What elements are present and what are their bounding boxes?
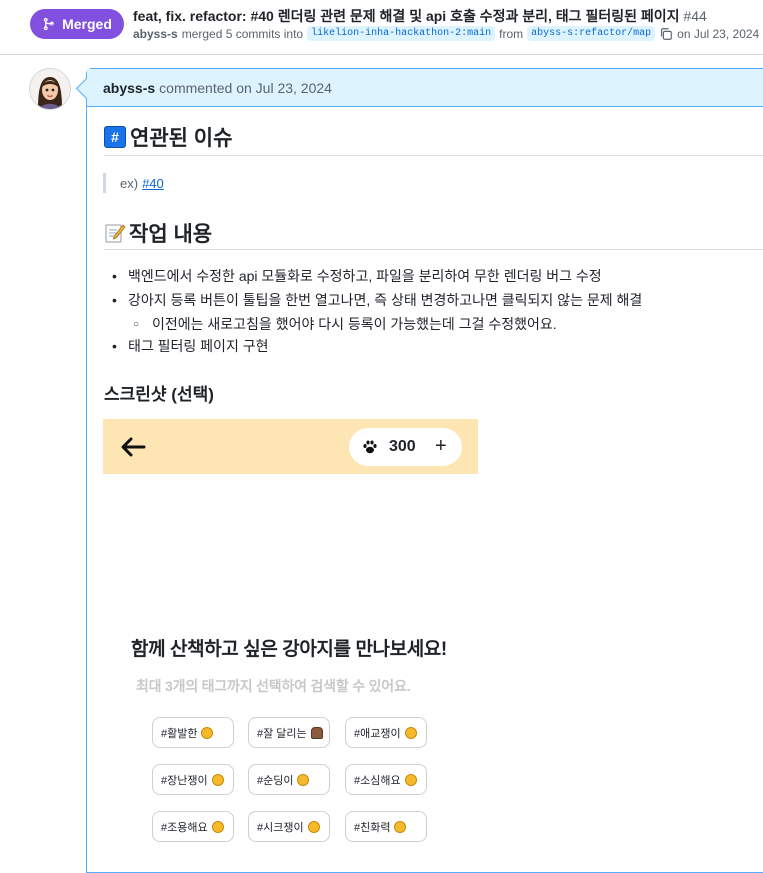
- issue-link[interactable]: #40: [142, 176, 164, 191]
- points-pill: 300 +: [349, 428, 462, 466]
- tag-chip[interactable]: #잘 달리는: [248, 717, 330, 748]
- tag-chip[interactable]: #장난쟁이: [152, 764, 234, 795]
- pr-date: on Jul 23, 2024: [677, 26, 760, 41]
- comment-author-link[interactable]: abyss-s: [103, 80, 155, 96]
- related-issue-heading-text: 연관된 이슈: [130, 127, 233, 150]
- innocent-emoji-icon: [297, 773, 310, 786]
- wink-kiss-emoji-icon: [404, 726, 417, 739]
- tag-label: #활발한: [161, 727, 198, 740]
- pr-author-link[interactable]: abyss-s: [133, 27, 178, 41]
- memo-icon: [105, 224, 126, 243]
- list-item: 태그 필터링 페이지 구현: [104, 336, 642, 360]
- tag-chip[interactable]: #시크쟁이: [248, 811, 330, 842]
- tag-label: #친화력: [354, 821, 391, 834]
- pr-title: feat, fix. refactor: #40 렌더링 관련 문제 해결 및 …: [133, 6, 707, 26]
- tag-chip[interactable]: #친화력: [345, 811, 427, 842]
- worried-emoji-icon: [404, 773, 417, 786]
- work-heading-text: 작업 내용: [129, 223, 213, 246]
- tag-chip[interactable]: #순딩이: [248, 764, 330, 795]
- pr-header: Merged feat, fix. refactor: #40 렌더링 관련 문…: [0, 0, 763, 55]
- pr-merged-text: merged 5 commits into: [181, 26, 304, 41]
- git-merge-icon: [43, 17, 54, 31]
- issue-blockquote: ex) #40: [103, 173, 164, 193]
- app-top-bar: 300 +: [103, 419, 478, 474]
- tag-label: #장난쟁이: [161, 774, 208, 787]
- heading-divider: [104, 155, 763, 156]
- app-subtitle: 최대 3개의 태그까지 선택하여 검색할 수 있어요.: [136, 678, 411, 694]
- runner-emoji-icon: [310, 726, 323, 739]
- tag-label: #순딩이: [257, 774, 294, 787]
- copy-icon[interactable]: [659, 27, 673, 41]
- comment-meta: commented on Jul 23, 2024: [159, 79, 332, 96]
- expressionless-emoji-icon: [211, 820, 224, 833]
- screenshot-heading: 스크린샷 (선택): [104, 385, 214, 404]
- work-list: 백엔드에서 수정한 api 모듈화로 수정하고, 파일을 분리하여 무한 렌더링…: [104, 266, 642, 360]
- hushed-emoji-icon: [307, 820, 320, 833]
- merged-status-badge: Merged: [30, 9, 124, 39]
- avatar-image: [30, 69, 70, 109]
- hash-keycap-icon: #: [104, 126, 126, 148]
- comment-header: abyss-s commented on Jul 23, 2024: [87, 69, 763, 107]
- list-item: 강아지 등록 버튼이 툴팁을 한번 열고나면, 즉 상태 변경하고나면 클릭되지…: [104, 290, 642, 314]
- grin-emoji-icon: [201, 726, 214, 739]
- app-title: 함께 산책하고 싶은 강아지를 만나보세요!: [131, 639, 447, 660]
- tag-chip[interactable]: #조용해요: [152, 811, 234, 842]
- head-branch-label[interactable]: abyss-s:refactor/map: [527, 26, 656, 41]
- tag-label: #잘 달리는: [257, 727, 307, 740]
- tag-chip[interactable]: #애교쟁이: [345, 717, 427, 748]
- tag-label: #소심해요: [354, 774, 401, 787]
- merged-status-label: Merged: [62, 16, 112, 32]
- tongue-emoji-icon: [211, 773, 224, 786]
- list-item-sub: 이전에는 새로고침을 했어야 다시 등록이 가능했는데 그걸 수정했어요.: [104, 314, 642, 336]
- tag-label: #시크쟁이: [257, 821, 304, 834]
- paw-icon: [363, 440, 377, 454]
- avatar[interactable]: [29, 68, 71, 110]
- pr-number: #44: [683, 8, 707, 24]
- tag-chip[interactable]: #활발한: [152, 717, 234, 748]
- points-value: 300: [389, 438, 416, 455]
- base-branch-label[interactable]: likelion-inha-hackathon-2:main: [307, 26, 496, 41]
- pr-from-text: from: [499, 26, 524, 41]
- tag-chip[interactable]: #소심해요: [345, 764, 427, 795]
- list-item: 백엔드에서 수정한 api 모듈화로 수정하고, 파일을 분리하여 무한 렌더링…: [104, 266, 642, 290]
- quote-prefix: ex): [120, 175, 139, 191]
- pr-meta: abyss-s merged 5 commits into likelion-i…: [133, 26, 759, 41]
- plus-icon[interactable]: +: [435, 436, 453, 456]
- tag-label: #조용해요: [161, 821, 208, 834]
- related-issue-heading: # 연관된 이슈: [104, 122, 232, 152]
- pr-title-text: feat, fix. refactor: #40 렌더링 관련 문제 해결 및 …: [133, 8, 680, 24]
- tag-label: #애교쟁이: [354, 727, 401, 740]
- work-heading: 작업 내용: [104, 218, 212, 248]
- back-arrow-icon[interactable]: [119, 433, 147, 461]
- smile-emoji-icon: [394, 820, 407, 833]
- heading-divider: [104, 249, 763, 250]
